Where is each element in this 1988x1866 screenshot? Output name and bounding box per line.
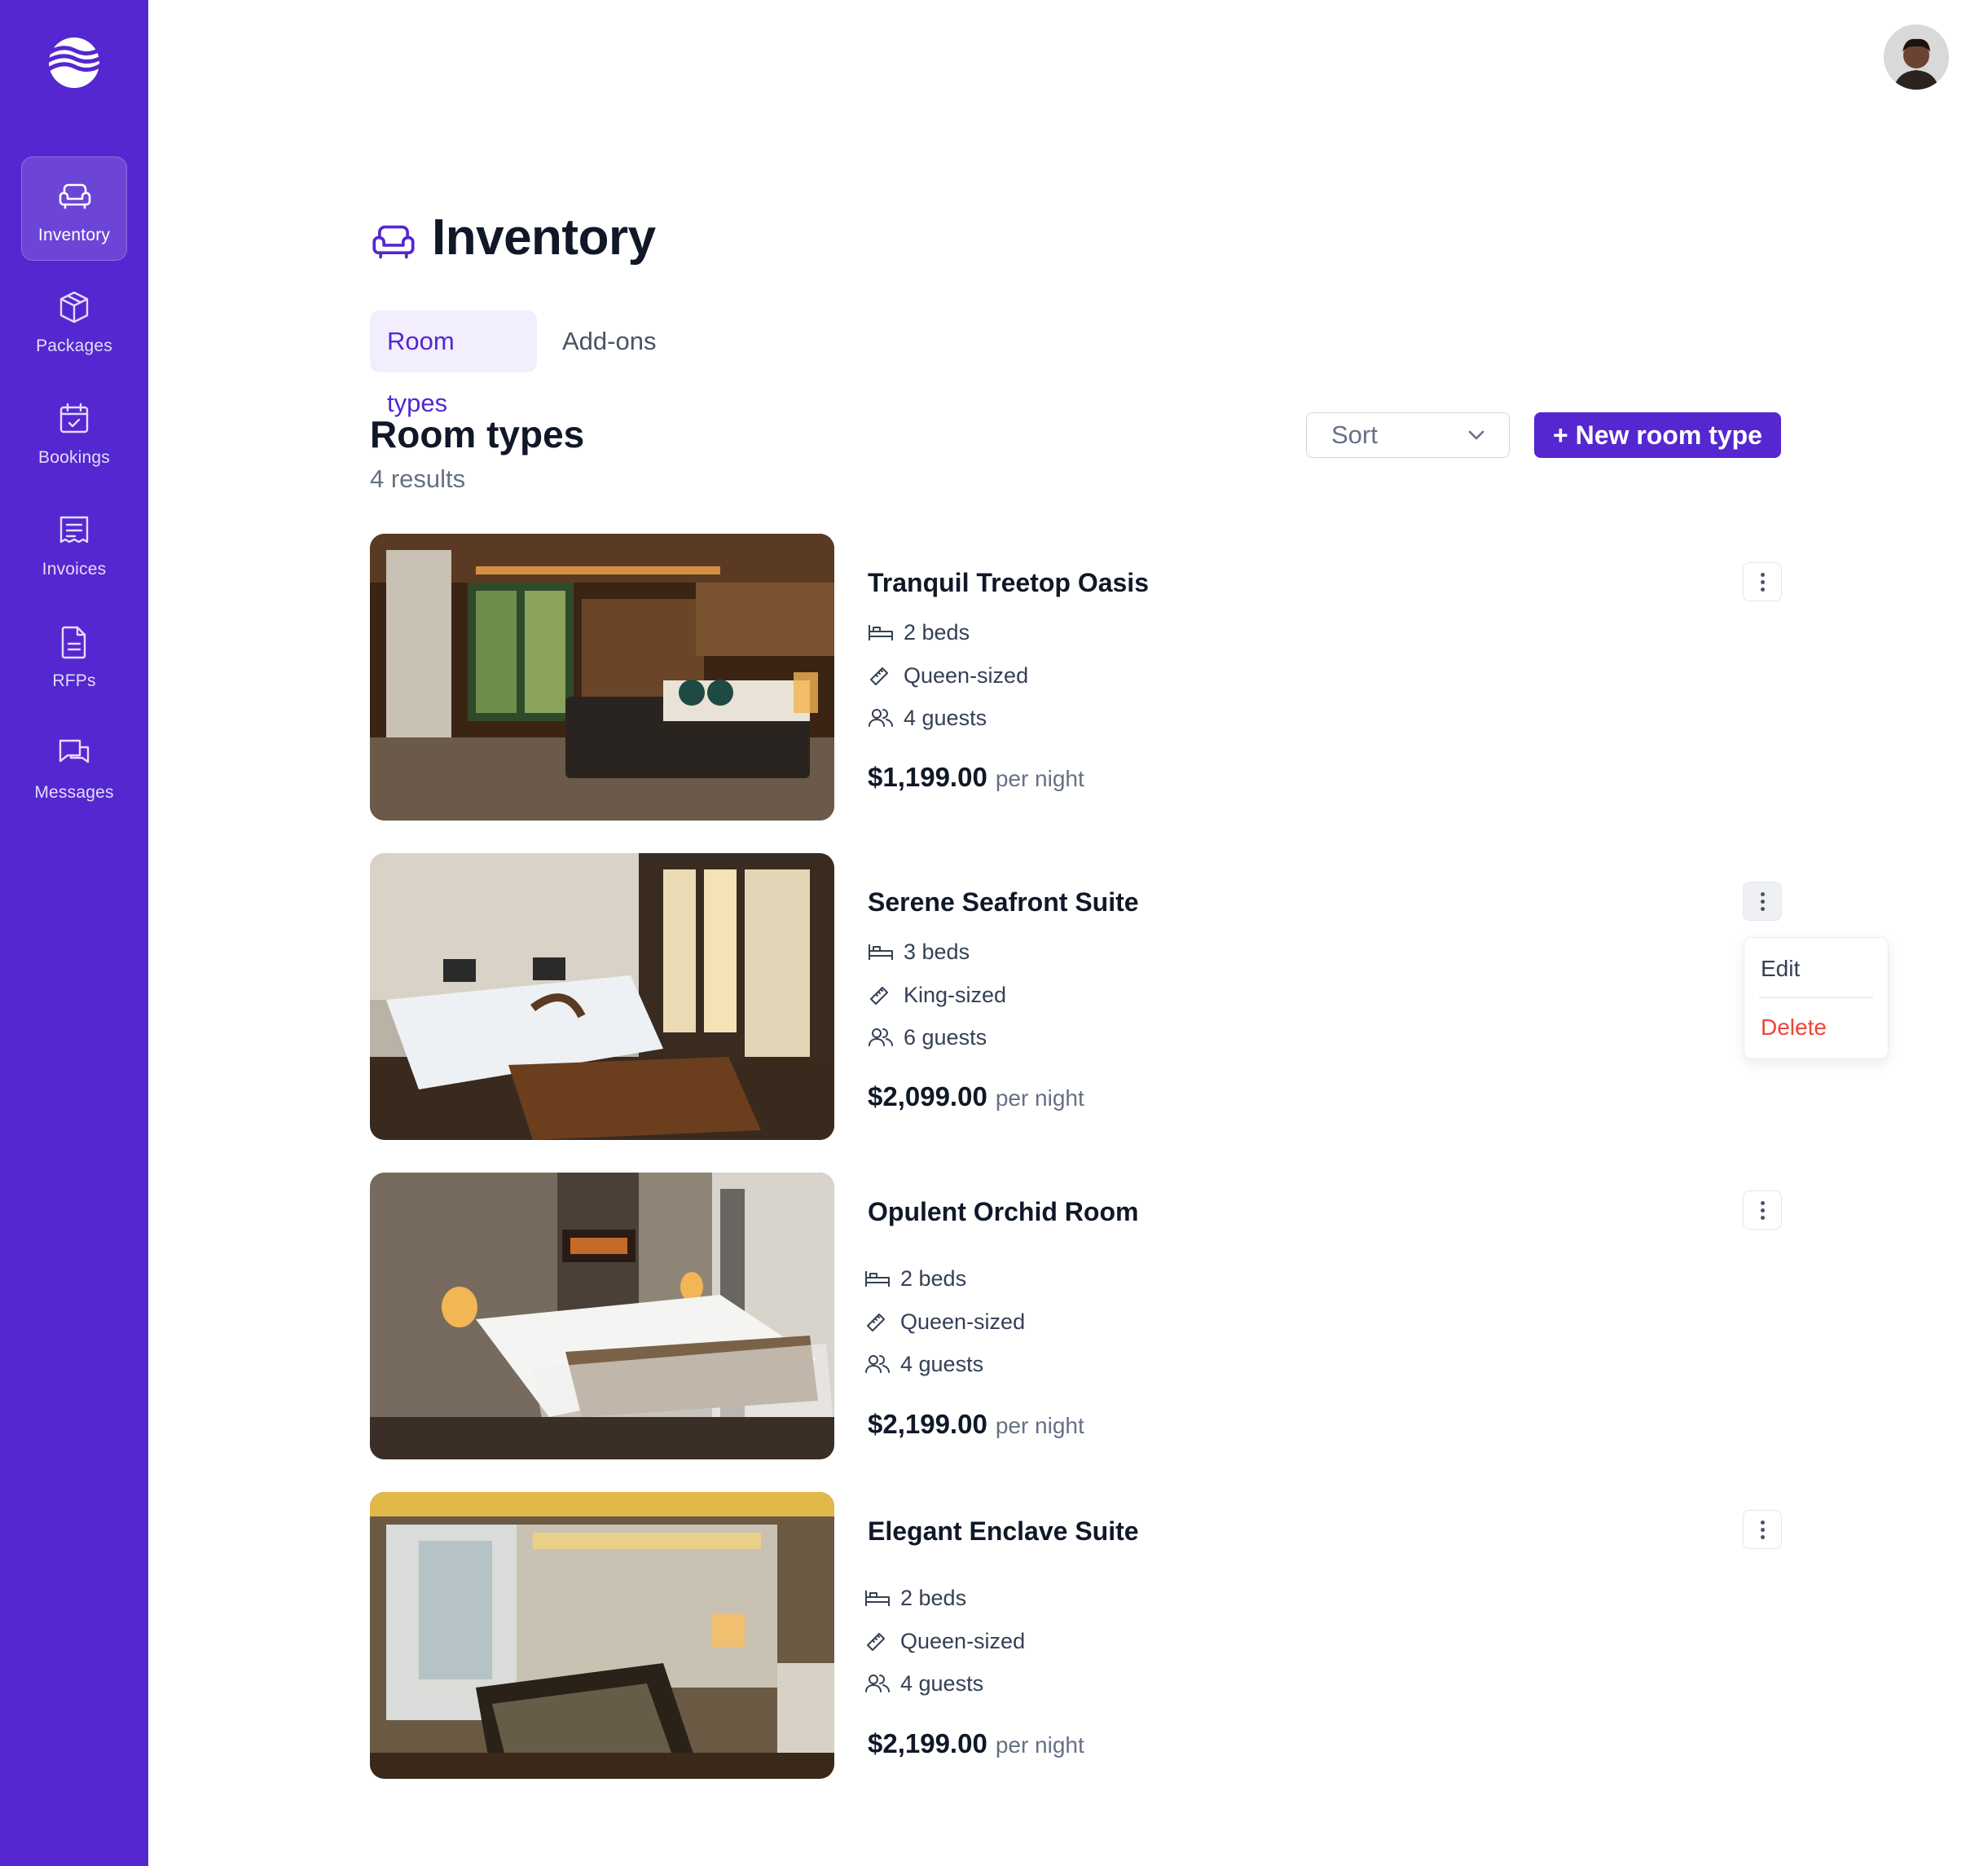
more-options-button[interactable] bbox=[1743, 1510, 1782, 1549]
more-options-button[interactable] bbox=[1743, 1190, 1782, 1230]
room-card[interactable]: Elegant Enclave Suite 2 beds Queen-sized… bbox=[370, 1492, 1782, 1779]
room-name: Elegant Enclave Suite bbox=[868, 1516, 1139, 1546]
sidebar-item-label: Invoices bbox=[42, 560, 107, 579]
results-count: 4 results bbox=[370, 464, 466, 493]
room-photo bbox=[370, 1492, 834, 1779]
room-photo bbox=[370, 853, 834, 1140]
room-name: Serene Seafront Suite bbox=[868, 887, 1139, 917]
users-icon bbox=[868, 1027, 894, 1048]
sort-select[interactable]: Sort bbox=[1306, 412, 1510, 458]
bed-icon bbox=[864, 1268, 891, 1289]
room-card[interactable]: Tranquil Treetop Oasis 2 beds Queen-size… bbox=[370, 534, 1782, 821]
menu-divider bbox=[1759, 997, 1873, 998]
armchair-icon bbox=[59, 183, 91, 209]
sidebar-item-label: Packages bbox=[36, 337, 112, 355]
sidebar-item-label: Inventory bbox=[37, 226, 111, 244]
room-card[interactable]: Serene Seafront Suite 3 beds King-sized … bbox=[370, 853, 1782, 1140]
ruler-icon bbox=[868, 984, 894, 1006]
ruler-icon bbox=[864, 1311, 891, 1332]
sidebar-item-label: Bookings bbox=[38, 448, 110, 467]
page-title: Inventory bbox=[432, 209, 656, 266]
room-photo bbox=[370, 534, 834, 821]
sidebar-item-bookings[interactable]: Bookings bbox=[21, 380, 127, 484]
room-price: $2,199.00 per night bbox=[868, 1728, 1084, 1758]
delete-menu-item[interactable]: Delete bbox=[1761, 1014, 1827, 1041]
sidebar-item-inventory[interactable]: Inventory bbox=[21, 156, 127, 261]
section-title: Room types bbox=[370, 413, 585, 455]
room-price: $1,199.00 per night bbox=[868, 762, 1084, 792]
room-price: $2,199.00 per night bbox=[868, 1409, 1084, 1439]
sidebar-item-label: RFPs bbox=[52, 671, 96, 690]
sidebar-item-messages[interactable]: Messages bbox=[21, 715, 127, 819]
tab-add-ons[interactable]: Add-ons bbox=[545, 310, 673, 372]
room-card[interactable]: Opulent Orchid Room 2 beds Queen-sized 4… bbox=[370, 1173, 1782, 1459]
users-icon bbox=[868, 707, 894, 728]
sidebar-item-label: Messages bbox=[34, 783, 114, 802]
sidebar: Inventory Packages Bookings Invoices RFP… bbox=[0, 0, 148, 1866]
bed-icon bbox=[868, 941, 894, 962]
more-options-button[interactable] bbox=[1743, 882, 1782, 921]
more-options-button[interactable] bbox=[1743, 562, 1782, 601]
users-icon bbox=[864, 1353, 891, 1375]
room-photo bbox=[370, 1173, 834, 1459]
package-icon bbox=[59, 291, 89, 323]
ruler-icon bbox=[868, 665, 894, 686]
edit-menu-item[interactable]: Edit bbox=[1761, 956, 1800, 982]
sidebar-item-rfps[interactable]: RFPs bbox=[21, 603, 127, 707]
messages-icon bbox=[59, 739, 90, 764]
sidebar-item-invoices[interactable]: Invoices bbox=[21, 491, 127, 596]
armchair-icon bbox=[372, 225, 415, 259]
room-name: Tranquil Treetop Oasis bbox=[868, 568, 1149, 597]
room-actions-menu: Edit Delete bbox=[1744, 937, 1889, 1059]
document-icon bbox=[61, 626, 86, 659]
calendar-check-icon bbox=[59, 403, 89, 433]
chevron-down-icon bbox=[1468, 430, 1484, 440]
sidebar-item-packages[interactable]: Packages bbox=[21, 268, 127, 372]
avatar[interactable] bbox=[1884, 24, 1949, 90]
ruler-icon bbox=[864, 1631, 891, 1652]
bed-icon bbox=[868, 622, 894, 643]
room-price: $2,099.00 per night bbox=[868, 1081, 1084, 1111]
user-avatar-icon bbox=[1884, 24, 1949, 90]
new-room-type-button[interactable]: + New room type bbox=[1534, 412, 1781, 458]
sort-label: Sort bbox=[1331, 420, 1378, 449]
invoice-icon bbox=[59, 516, 89, 544]
users-icon bbox=[864, 1673, 891, 1694]
tab-room-types[interactable]: Room types bbox=[370, 310, 537, 417]
logo-icon[interactable] bbox=[46, 34, 103, 91]
bed-icon bbox=[864, 1587, 891, 1609]
room-name: Opulent Orchid Room bbox=[868, 1197, 1139, 1226]
